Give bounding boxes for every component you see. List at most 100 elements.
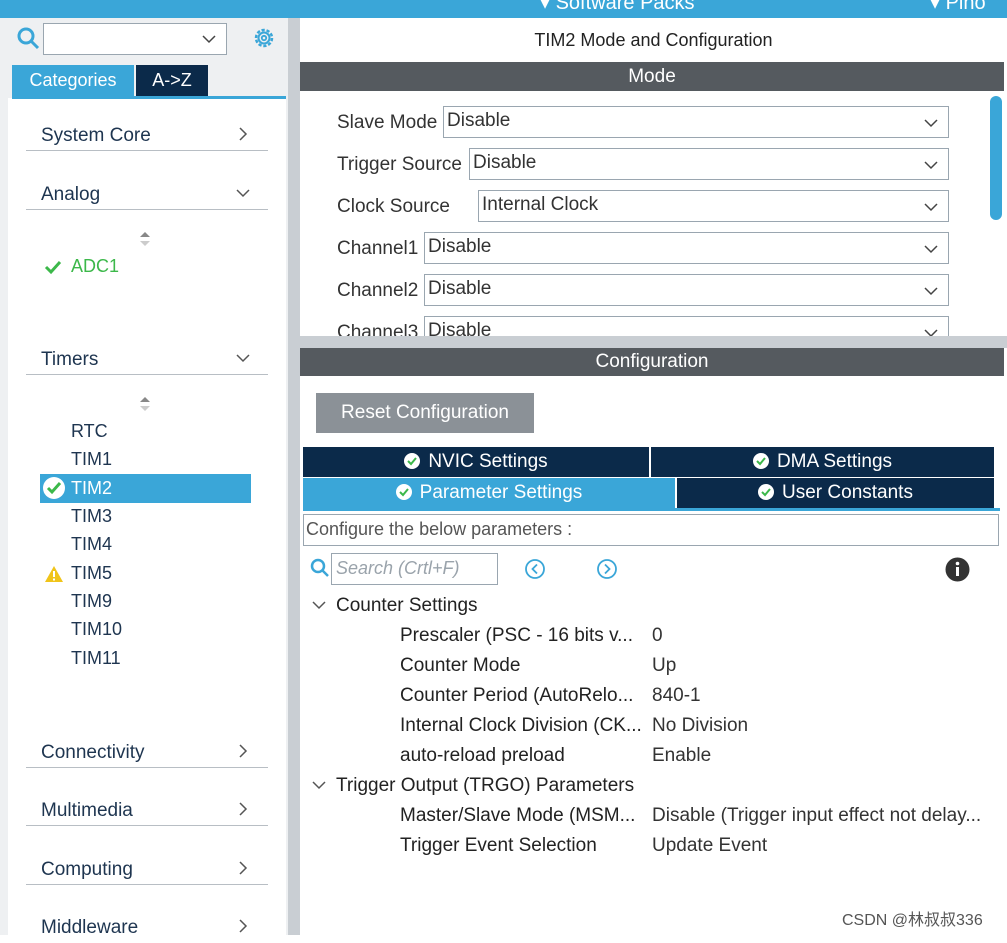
slave-mode-select[interactable]: Disable [443, 106, 949, 138]
timer-item-tim5[interactable]: TIM5 [71, 563, 112, 584]
chevron-down-icon [924, 119, 938, 128]
timer-item-tim11[interactable]: TIM11 [71, 648, 121, 669]
select-value: Disable [428, 278, 492, 299]
param-name-auto-reload-preload[interactable]: auto-reload preload [400, 745, 565, 767]
pinout-menu[interactable]: ▾ Pino [930, 0, 986, 15]
tab-user-constants[interactable]: User Constants [677, 478, 994, 508]
category-label: Connectivity [41, 742, 145, 763]
tab-underline [12, 96, 286, 99]
category-connectivity[interactable]: Connectivity [26, 738, 268, 768]
category-label: System Core [41, 125, 151, 146]
category-label: Timers [41, 349, 99, 370]
timer-item-tim9[interactable]: TIM9 [71, 591, 112, 612]
page-title: TIM2 Mode and Configuration [300, 18, 1007, 60]
chevron-down-icon [236, 354, 250, 363]
chevron-right-icon [239, 919, 248, 933]
analog-item-adc1[interactable]: ADC1 [71, 256, 119, 277]
timer-item-tim1[interactable]: TIM1 [71, 449, 112, 470]
tab-label: NVIC Settings [428, 451, 548, 472]
info-icon[interactable] [945, 557, 970, 582]
select-value: Disable [428, 320, 492, 336]
top-menu-bar: ▾ Software Packs ▾ Pino [0, 0, 1007, 18]
check-circle-icon [758, 484, 775, 500]
watermark: CSDN @林叔叔336 [842, 912, 983, 929]
tab-nvic-settings[interactable]: NVIC Settings [303, 447, 649, 477]
param-value-prescaler[interactable]: 0 [652, 625, 663, 647]
channel3-select[interactable]: Disable [424, 316, 949, 336]
timer-item-tim3[interactable]: TIM3 [71, 506, 112, 527]
slave-mode-label: Slave Mode [337, 112, 438, 133]
clock-source-select[interactable]: Internal Clock [478, 190, 949, 222]
category-analog[interactable]: Analog [26, 180, 268, 210]
chevron-right-icon [239, 127, 248, 141]
warning-icon [45, 566, 63, 582]
select-value: Disable [447, 110, 511, 131]
timer-item-tim10[interactable]: TIM10 [71, 619, 122, 640]
chevron-down-icon [924, 203, 938, 212]
configuration-section-header: Configuration [300, 348, 1004, 376]
tab-parameter-settings[interactable]: Parameter Settings [303, 478, 675, 508]
channel2-select[interactable]: Disable [424, 274, 949, 306]
tab-a-z[interactable]: A->Z [136, 65, 208, 96]
reset-configuration-button[interactable]: Reset Configuration [316, 393, 534, 433]
param-value-trigger-event-selection[interactable]: Update Event [652, 835, 767, 857]
search-icon[interactable] [16, 26, 40, 50]
component-search-dropdown[interactable] [43, 23, 227, 55]
tab-categories[interactable]: Categories [12, 65, 134, 96]
trigger-source-label: Trigger Source [337, 154, 462, 175]
param-value-clock-division[interactable]: No Division [652, 715, 748, 737]
check-circle-icon [752, 453, 769, 469]
category-timers[interactable]: Timers [26, 345, 268, 375]
panel-splitter[interactable] [288, 18, 300, 935]
chevron-down-icon [924, 245, 938, 254]
tab-dma-settings[interactable]: DMA Settings [651, 447, 994, 477]
configure-hint: Configure the below parameters : [303, 514, 999, 546]
param-value-master-slave-mode[interactable]: Disable (Trigger input effect not delay.… [652, 805, 981, 827]
category-computing[interactable]: Computing [26, 855, 268, 885]
previous-match-icon[interactable] [524, 558, 546, 580]
category-system-core[interactable]: System Core [26, 121, 268, 151]
category-label: Analog [41, 184, 101, 205]
sort-icon[interactable] [138, 395, 152, 413]
timer-item-rtc[interactable]: RTC [71, 421, 108, 442]
check-icon [44, 260, 62, 275]
check-circle-icon [43, 477, 65, 499]
select-value: Disable [473, 152, 537, 173]
mode-section-header: Mode [300, 62, 1004, 91]
channel1-select[interactable]: Disable [424, 232, 949, 264]
check-circle-icon [395, 484, 412, 500]
mode-panel: Slave Mode Disable Trigger Source Disabl… [300, 91, 1004, 336]
gear-icon[interactable] [252, 26, 276, 50]
software-packs-menu[interactable]: ▾ Software Packs [540, 0, 695, 15]
chevron-right-icon [239, 861, 248, 875]
chevron-down-icon [312, 781, 326, 790]
param-name-prescaler[interactable]: Prescaler (PSC - 16 bits v... [400, 625, 633, 647]
group-label: Counter Settings [336, 595, 478, 616]
search-icon[interactable] [310, 558, 330, 578]
section-splitter[interactable] [300, 336, 1007, 348]
chevron-down-icon [202, 35, 216, 44]
param-value-counter-period[interactable]: 840-1 [652, 685, 701, 707]
group-trgo-parameters[interactable]: Trigger Output (TRGO) Parameters [312, 775, 634, 797]
tab-label: User Constants [782, 482, 913, 503]
trigger-source-select[interactable]: Disable [469, 148, 949, 180]
group-counter-settings[interactable]: Counter Settings [312, 595, 478, 617]
param-value-counter-mode[interactable]: Up [652, 655, 676, 677]
param-name-master-slave-mode[interactable]: Master/Slave Mode (MSM... [400, 805, 635, 827]
category-multimedia[interactable]: Multimedia [26, 796, 268, 826]
param-name-counter-period[interactable]: Counter Period (AutoRelo... [400, 685, 633, 707]
timer-item-tim4[interactable]: TIM4 [71, 534, 112, 555]
timer-item-tim2[interactable]: TIM2 [71, 478, 112, 499]
parameter-search-input[interactable]: Search (Crtl+F) [331, 553, 498, 585]
param-name-clock-division[interactable]: Internal Clock Division (CK... [400, 715, 642, 737]
param-name-counter-mode[interactable]: Counter Mode [400, 655, 520, 677]
param-value-auto-reload-preload[interactable]: Enable [652, 745, 711, 767]
channel3-label: Channel3 [337, 322, 419, 336]
sort-icon[interactable] [138, 230, 152, 248]
category-middleware[interactable]: Middleware [26, 913, 268, 943]
next-match-icon[interactable] [596, 558, 618, 580]
check-circle-icon [404, 453, 421, 469]
group-label: Trigger Output (TRGO) Parameters [336, 775, 635, 796]
mode-scrollbar[interactable] [990, 96, 1002, 220]
param-name-trigger-event-selection[interactable]: Trigger Event Selection [400, 835, 597, 857]
